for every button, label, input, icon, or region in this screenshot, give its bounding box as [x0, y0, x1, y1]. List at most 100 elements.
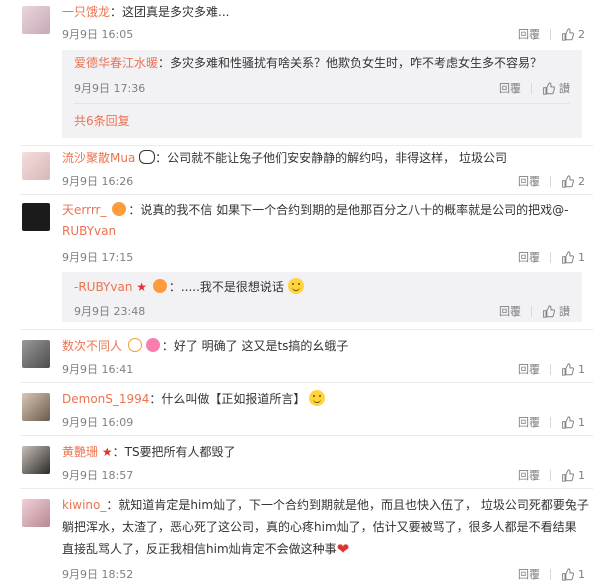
- avatar[interactable]: [22, 499, 50, 527]
- reply-button[interactable]: 回覆: [518, 414, 540, 430]
- thumbs-up-icon: [562, 250, 574, 264]
- comment-time: 9月9日 18:57: [62, 469, 134, 482]
- donut-badge-icon: [145, 338, 160, 352]
- divider: [550, 568, 551, 580]
- divider: [550, 251, 551, 263]
- like-count: 1: [578, 468, 585, 482]
- clock-badge-icon: [127, 338, 142, 352]
- thumbs-up-icon: [543, 81, 555, 95]
- divider: [531, 82, 532, 94]
- like-label: 讃: [559, 305, 570, 318]
- comment-time: 9月9日 16:41: [62, 363, 134, 376]
- subreply-actions: 回覆 讃: [499, 80, 570, 96]
- reply-button[interactable]: 回覆: [518, 361, 540, 377]
- thumbs-up-icon: [562, 174, 574, 188]
- comment-body: DemonS_1994：什么叫做【正如报道所言】: [62, 390, 593, 408]
- subreply-time: 9月9日 17:36: [74, 82, 146, 95]
- comment-text-continuation: 直接乱骂人了，反正我相信him灿肯定不会做这种事❤: [62, 540, 593, 558]
- comment-username[interactable]: 一只饿龙: [62, 5, 110, 19]
- comment-actions: 回覆 1: [518, 249, 585, 265]
- divider: [20, 488, 593, 489]
- thumbs-up-icon: [562, 362, 574, 376]
- like-button[interactable]: 1: [561, 416, 585, 429]
- comment-text: ：公司就不能让兔子他们安安静静的解约吗，非得这样， 垃圾公司: [155, 151, 507, 165]
- comment-body: 一只饿龙：这团真是多灾多难...: [62, 3, 593, 21]
- subreply-time: 9月9日 23:48: [74, 305, 146, 318]
- divider: [74, 103, 570, 104]
- like-label: 讃: [559, 82, 570, 95]
- reply-button[interactable]: 回覆: [499, 80, 521, 96]
- comment-text: ：TS要把所有人都毁了: [112, 445, 236, 459]
- comment-time: 9月9日 16:26: [62, 175, 134, 188]
- comment-body: kiwino_：就知道肯定是him灿了，下一个合约到期就是他，而且也快入伍了， …: [62, 496, 593, 514]
- like-button[interactable]: 讃: [542, 80, 570, 96]
- divider: [550, 175, 551, 187]
- subreply-username[interactable]: 爱德华春江水暖: [74, 56, 158, 70]
- like-count: 1: [578, 250, 585, 264]
- thinking-emoji-icon: [287, 278, 304, 294]
- star-badge-icon: ★: [101, 445, 113, 459]
- comment-actions: 回覆 2: [518, 173, 585, 189]
- thumbs-up-icon: [562, 27, 574, 41]
- like-button[interactable]: 讃: [542, 303, 570, 319]
- like-button[interactable]: 1: [561, 363, 585, 376]
- comment-text-continuation: RUBYvan: [62, 222, 593, 240]
- like-button[interactable]: 2: [561, 28, 585, 41]
- divider: [20, 145, 593, 146]
- like-count: 1: [578, 415, 585, 429]
- subreply-body: -RUBYvan ★ ：.....我不是很想说话: [74, 278, 304, 296]
- like-count: 1: [578, 362, 585, 376]
- reply-button[interactable]: 回覆: [518, 467, 540, 483]
- comment-actions: 回覆 1: [518, 414, 585, 430]
- subreply-username[interactable]: -RUBYvan: [74, 280, 132, 294]
- subreply-text: ：多灾多难和性骚扰有啥关系？他欺负女生时，咋不考虑女生多不容易？: [158, 56, 543, 70]
- comment-text-line: 直接乱骂人了，反正我相信him灿肯定不会做这种事: [62, 542, 337, 556]
- star-badge-icon: ★: [136, 280, 148, 294]
- avatar[interactable]: [22, 6, 50, 34]
- comment-username[interactable]: 天errrr_: [62, 203, 107, 217]
- comment-username[interactable]: 数次不同人: [62, 339, 122, 353]
- comment-text: ：什么叫做【正如报道所言】: [149, 392, 306, 406]
- divider: [20, 194, 593, 195]
- comment-username[interactable]: 黄艷珊: [62, 445, 98, 459]
- divider: [20, 329, 593, 330]
- comment-username[interactable]: 流沙聚散Mua: [62, 151, 135, 165]
- mention-link[interactable]: RUBYvan: [62, 224, 116, 238]
- comment-text: ：这团真是多灾多难...: [110, 5, 230, 19]
- like-button[interactable]: 1: [561, 469, 585, 482]
- subreply-text: ：.....我不是很想说话: [168, 280, 284, 294]
- reply-button[interactable]: 回覆: [518, 249, 540, 265]
- avatar[interactable]: [22, 393, 50, 421]
- reply-button[interactable]: 回覆: [518, 566, 540, 582]
- like-count: 1: [578, 567, 585, 581]
- divider: [550, 469, 551, 481]
- divider: [20, 435, 593, 436]
- divider: [550, 416, 551, 428]
- like-button[interactable]: 1: [561, 251, 585, 264]
- reply-thread: -RUBYvan ★ ：.....我不是很想说话 9月9日 23:48 回覆 讃: [62, 272, 582, 322]
- panda-icon: [139, 150, 156, 164]
- comment-username[interactable]: kiwino_: [62, 498, 106, 512]
- avatar[interactable]: [22, 152, 50, 180]
- comment-username[interactable]: DemonS_1994: [62, 392, 149, 406]
- like-count: 2: [578, 174, 585, 188]
- comment-body: 天errrr_ ：说真的我不信 如果下一个合约到期的是他那百分之八十的概率就是公…: [62, 201, 593, 219]
- thumbs-up-icon: [562, 415, 574, 429]
- more-replies-link[interactable]: 共6条回复: [74, 112, 130, 129]
- divider: [20, 382, 593, 383]
- avatar[interactable]: [22, 203, 50, 231]
- heart-icon: ❤: [336, 540, 350, 558]
- avatar[interactable]: [22, 340, 50, 368]
- avatar[interactable]: [22, 446, 50, 474]
- comment-time: 9月9日 16:05: [62, 28, 134, 41]
- comment-text: ：好了 明确了 这又是ts搞的幺蛾子: [161, 339, 349, 353]
- like-count: 2: [578, 27, 585, 41]
- like-button[interactable]: 1: [561, 568, 585, 581]
- divider: [550, 28, 551, 40]
- thumbs-up-icon: [562, 567, 574, 581]
- like-button[interactable]: 2: [561, 175, 585, 188]
- reply-button[interactable]: 回覆: [499, 303, 521, 319]
- subreply-body: 爱德华春江水暖：多灾多难和性骚扰有啥关系？他欺负女生时，咋不考虑女生多不容易？: [74, 54, 542, 72]
- reply-button[interactable]: 回覆: [518, 26, 540, 42]
- reply-button[interactable]: 回覆: [518, 173, 540, 189]
